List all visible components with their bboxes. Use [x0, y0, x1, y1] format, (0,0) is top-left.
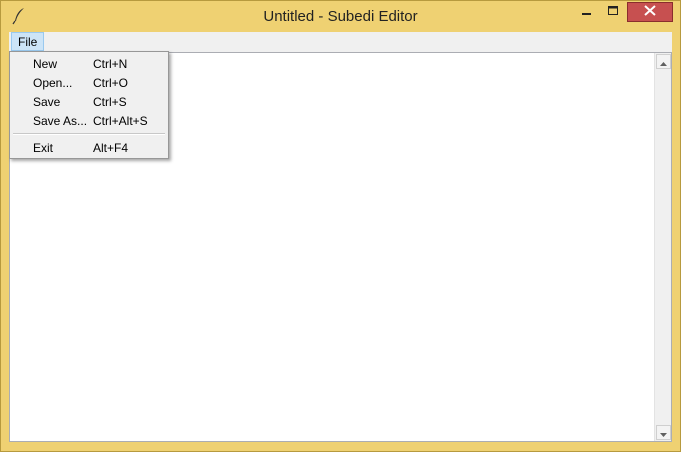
minimize-icon	[581, 3, 592, 21]
arrow-down-icon	[660, 424, 667, 442]
file-menu-dropdown: New Ctrl+N Open... Ctrl+O Save Ctrl+S Sa…	[9, 51, 169, 159]
menu-bar: File	[9, 32, 672, 52]
menu-file[interactable]: File	[11, 32, 45, 51]
menu-item-label: New	[33, 57, 58, 71]
scroll-up-button[interactable]	[656, 54, 671, 69]
menu-item-save-as[interactable]: Save As... Ctrl+Alt+S	[12, 112, 166, 131]
menu-item-shortcut: Ctrl+N	[93, 57, 128, 71]
maximize-icon	[608, 3, 619, 21]
menu-item-shortcut: Ctrl+Alt+S	[93, 114, 148, 128]
menu-item-label: Exit	[33, 141, 54, 155]
minimize-button[interactable]	[573, 2, 600, 22]
maximize-button[interactable]	[600, 2, 627, 22]
menu-item-label: Save	[33, 95, 61, 109]
menu-item-label: Save As...	[33, 114, 88, 128]
menu-item-exit[interactable]: Exit Alt+F4	[12, 139, 166, 158]
menu-separator	[13, 133, 165, 135]
menu-item-shortcut: Ctrl+S	[93, 95, 127, 109]
menu-item-open[interactable]: Open... Ctrl+O	[12, 74, 166, 93]
title-bar[interactable]: Untitled - Subedi Editor	[1, 1, 680, 32]
menu-item-shortcut: Alt+F4	[93, 141, 129, 155]
menu-item-new[interactable]: New Ctrl+N	[12, 55, 166, 74]
close-icon	[644, 3, 656, 21]
menu-item-save[interactable]: Save Ctrl+S	[12, 93, 166, 112]
close-button[interactable]	[627, 2, 673, 22]
vertical-scrollbar[interactable]	[654, 53, 671, 441]
arrow-up-icon	[660, 53, 667, 71]
scroll-down-button[interactable]	[656, 425, 671, 440]
menu-item-shortcut: Ctrl+O	[93, 76, 129, 90]
menu-item-label: Open...	[33, 76, 73, 90]
